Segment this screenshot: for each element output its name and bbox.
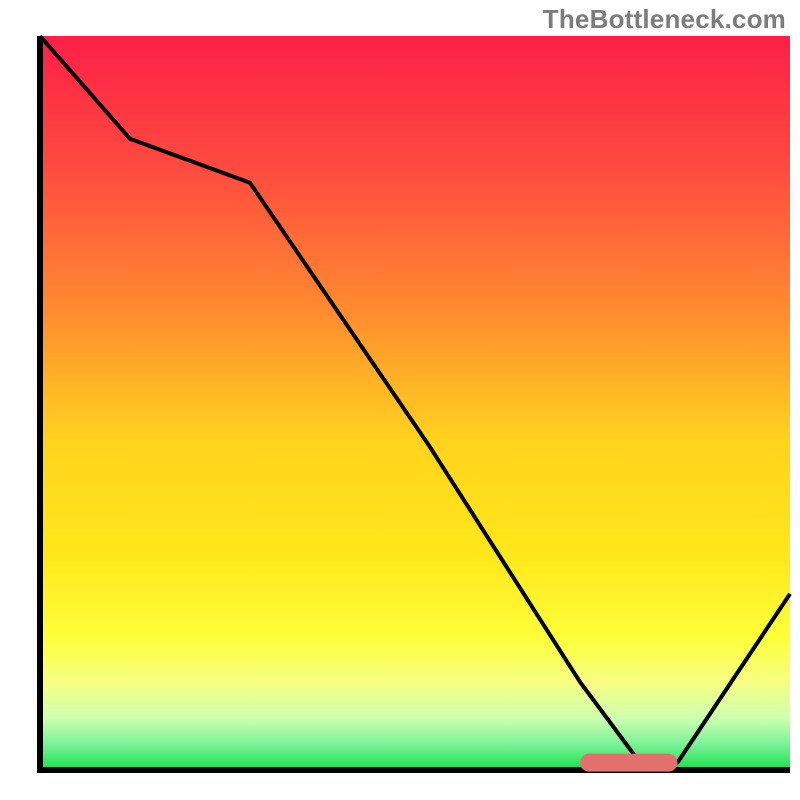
chart-stage: TheBottleneck.com bbox=[0, 0, 800, 800]
bottleneck-chart bbox=[0, 0, 800, 800]
optimal-band-marker bbox=[580, 754, 678, 772]
watermark-text: TheBottleneck.com bbox=[543, 4, 786, 35]
